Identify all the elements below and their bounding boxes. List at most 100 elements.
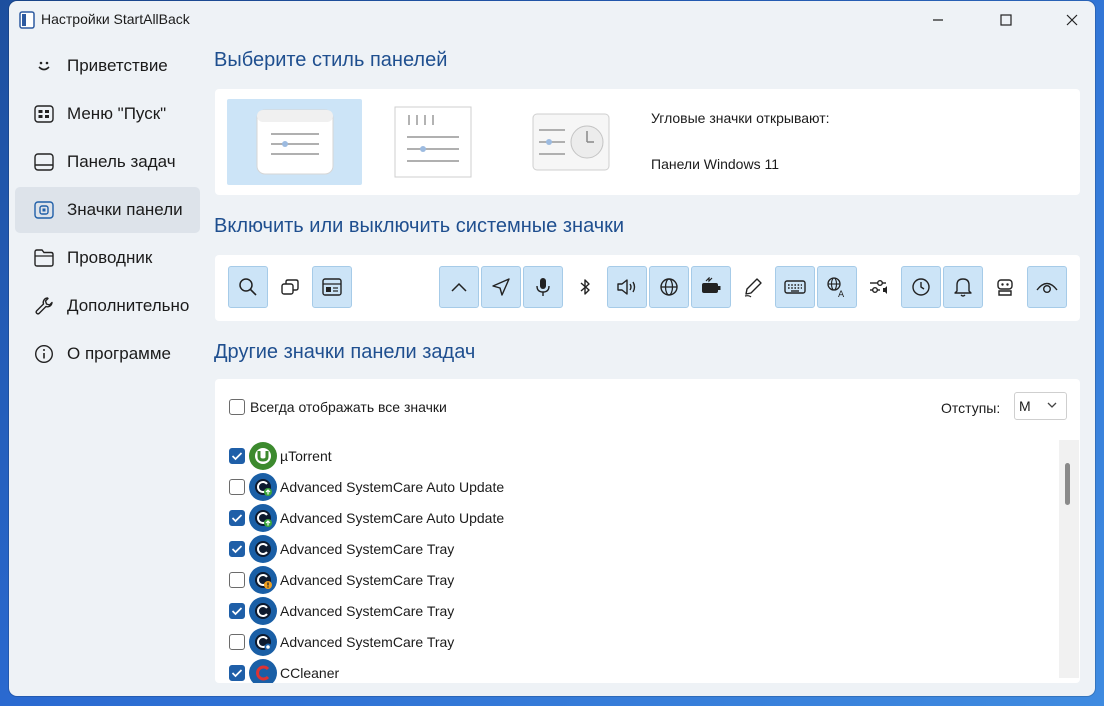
clock-toggle[interactable]: [901, 266, 941, 308]
system-icons-card: A: [215, 255, 1080, 321]
checkmark-icon: [231, 451, 243, 460]
item-checkbox[interactable]: [229, 602, 245, 619]
item-checkbox[interactable]: [229, 571, 245, 588]
quick-settings-toggle[interactable]: [859, 266, 899, 308]
list-item[interactable]: Advanced SystemCare Tray: [229, 595, 1049, 626]
item-label: Advanced SystemCare Tray: [280, 633, 455, 650]
list-item[interactable]: Advanced SystemCare Auto Update: [229, 471, 1049, 502]
scrollbar-thumb[interactable]: [1065, 463, 1070, 505]
item-checkbox[interactable]: [229, 540, 245, 557]
clock-icon: [912, 278, 930, 296]
other-icons-heading: Другие значки панели задач: [214, 341, 476, 363]
sidebar-item-label: Дополнительно: [67, 296, 190, 315]
bell-icon: [954, 278, 972, 297]
advanced-systemcare-tray-warning-icon: [249, 565, 277, 594]
maximize-icon: [1000, 14, 1012, 26]
list-item[interactable]: Advanced SystemCare Tray: [229, 564, 1049, 595]
copilot-toggle[interactable]: [985, 266, 1025, 308]
advanced-systemcare-update-icon: [249, 472, 277, 501]
svg-text:A: A: [838, 290, 845, 298]
corner-icons-value[interactable]: Панели Windows 11: [651, 156, 779, 172]
window-title: Настройки StartAllBack: [41, 11, 190, 27]
sidebar-item-taskbar[interactable]: Панель задач: [15, 139, 200, 185]
location-toggle[interactable]: [481, 266, 521, 308]
spacing-value: M: [1019, 398, 1031, 414]
microphone-icon: [536, 278, 550, 296]
search-toggle[interactable]: [228, 266, 268, 308]
bluetooth-toggle[interactable]: [565, 266, 605, 308]
always-show-all-checkbox-row[interactable]: Всегда отображать все значки: [229, 399, 447, 415]
minimize-button[interactable]: [915, 1, 961, 39]
eye-icon: [1036, 282, 1058, 293]
item-checkbox[interactable]: [229, 447, 245, 464]
widgets-toggle[interactable]: [312, 266, 352, 308]
bluetooth-icon: [580, 279, 590, 295]
sidebar-item-about[interactable]: О программе: [15, 331, 200, 377]
battery-icon: [702, 277, 721, 293]
spacing-select[interactable]: M: [1014, 392, 1067, 420]
list-item[interactable]: Advanced SystemCare Tray: [229, 533, 1049, 564]
close-button[interactable]: [1049, 1, 1095, 39]
folder-icon: [33, 247, 55, 269]
task-view-toggle[interactable]: [270, 266, 310, 308]
battery-toggle[interactable]: [691, 266, 731, 308]
tray-icon: [33, 199, 55, 221]
always-show-checkbox[interactable]: [229, 399, 245, 415]
network-toggle[interactable]: [649, 266, 689, 308]
list-item[interactable]: Advanced SystemCare Tray: [229, 626, 1049, 657]
touch-keyboard-toggle[interactable]: [775, 266, 815, 308]
checkmark-icon: [231, 544, 243, 553]
close-icon: [1066, 14, 1078, 26]
advanced-systemcare-tray-icon: [249, 627, 277, 656]
microphone-toggle[interactable]: [523, 266, 563, 308]
item-checkbox[interactable]: [229, 633, 245, 650]
show-hidden-icons-toggle[interactable]: [439, 266, 479, 308]
smile-icon: [33, 55, 55, 77]
advanced-systemcare-tray-icon: [249, 534, 277, 563]
sliders-icon: [870, 280, 887, 294]
windows10-panel-preview-icon: [394, 106, 471, 178]
style-option-windows10[interactable]: [365, 99, 500, 185]
style-option-windows7[interactable]: [503, 99, 638, 185]
list-item[interactable]: Advanced SystemCare Auto Update: [229, 502, 1049, 533]
sidebar-item-label: О программе: [67, 344, 172, 363]
wrench-icon: [33, 295, 55, 317]
maximize-button[interactable]: [983, 1, 1029, 39]
task-view-icon: [281, 279, 299, 295]
chevron-up-icon: [451, 282, 467, 292]
style-option-windows11[interactable]: [227, 99, 362, 185]
list-scrollbar[interactable]: [1059, 440, 1079, 678]
pen-icon: [744, 278, 762, 298]
sidebar-item-start-menu[interactable]: Меню "Пуск": [15, 91, 200, 137]
volume-toggle[interactable]: [607, 266, 647, 308]
tray-app-list: µTorrent Advanced SystemCare Auto Update…: [229, 440, 1049, 683]
sidebar-item-welcome[interactable]: Приветствие: [15, 43, 200, 89]
notifications-toggle[interactable]: [943, 266, 983, 308]
sidebar-item-label: Проводник: [67, 248, 153, 267]
visibility-toggle[interactable]: [1027, 266, 1067, 308]
sidebar-item-label: Приветствие: [67, 56, 168, 75]
input-language-toggle[interactable]: A: [817, 266, 857, 308]
item-checkbox[interactable]: [229, 664, 245, 681]
item-label: Advanced SystemCare Auto Update: [280, 478, 505, 495]
chevron-down-icon: [1047, 402, 1057, 408]
item-checkbox[interactable]: [229, 478, 245, 495]
ccleaner-icon: [249, 658, 277, 683]
item-label: Advanced SystemCare Tray: [280, 540, 455, 557]
sidebar-item-explorer[interactable]: Проводник: [15, 235, 200, 281]
sidebar-item-tray-icons[interactable]: Значки панели: [15, 187, 200, 233]
pen-menu-toggle[interactable]: [733, 266, 773, 308]
windows11-panel-preview-icon: [256, 109, 333, 175]
item-label: Advanced SystemCare Auto Update: [280, 509, 505, 526]
settings-window: Настройки StartAllBack Приветствие Меню …: [9, 1, 1095, 696]
list-item[interactable]: µTorrent: [229, 440, 1049, 471]
keyboard-icon: [784, 280, 806, 294]
sidebar-item-advanced[interactable]: Дополнительно: [15, 283, 200, 329]
list-item[interactable]: CCleaner: [229, 657, 1049, 683]
item-checkbox[interactable]: [229, 509, 245, 526]
checkmark-icon: [231, 668, 243, 677]
start-menu-icon: [33, 103, 55, 125]
advanced-systemcare-tray-icon: [249, 596, 277, 625]
panel-style-heading: Выберите стиль панелей: [214, 49, 448, 71]
sidebar: Приветствие Меню "Пуск" Панель задач Зна…: [15, 43, 200, 379]
